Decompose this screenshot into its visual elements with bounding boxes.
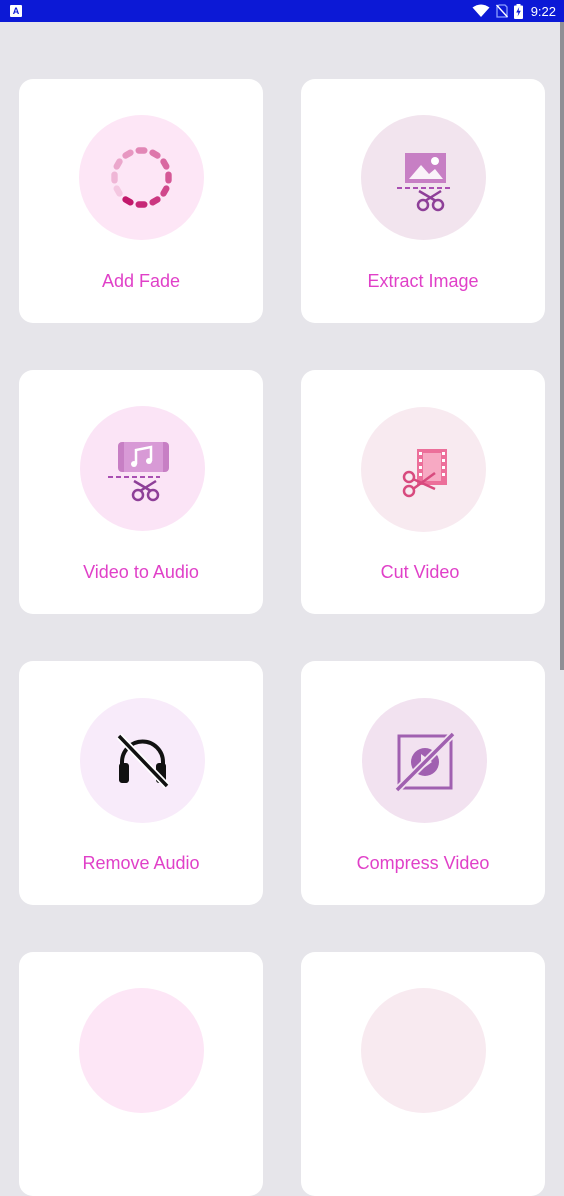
status-icons: 9:22	[472, 0, 556, 22]
tool-icon-circle	[362, 698, 487, 823]
tool-label: Add Fade	[101, 271, 181, 291]
tool-label: Video to Audio	[83, 562, 199, 582]
tool-icon-circle	[79, 988, 204, 1113]
tool-icon-circle	[80, 406, 205, 531]
tool-icon-circle	[361, 988, 486, 1113]
no-sim-icon	[495, 4, 508, 18]
tool-icon-circle	[80, 698, 205, 823]
tool-icon-circle	[361, 115, 486, 240]
tool-label: Cut Video	[380, 562, 460, 582]
tool-card-add-fade[interactable]: Add Fade	[19, 79, 263, 323]
image-scissors-icon	[397, 153, 451, 212]
wifi-icon	[472, 4, 490, 17]
music-scissors-icon	[108, 442, 169, 502]
compress-video-icon	[394, 731, 456, 793]
scrollbar[interactable]	[560, 22, 564, 670]
tool-card-remove-audio[interactable]: Remove Audio	[19, 661, 263, 905]
tool-card-extract-image[interactable]: Extract Image	[301, 79, 545, 323]
notification-a-icon: A	[10, 5, 22, 17]
film-scissors-icon	[402, 449, 447, 498]
status-time: 9:22	[530, 3, 556, 19]
tool-label: Remove Audio	[82, 853, 200, 873]
tool-card-partial[interactable]	[19, 952, 263, 1196]
tool-card-compress-video[interactable]: Compress Video	[301, 661, 545, 905]
loading-spinner-icon	[111, 147, 172, 208]
tool-card-partial[interactable]	[301, 952, 545, 1196]
headphones-off-icon	[116, 733, 170, 789]
tool-label: Compress Video	[356, 853, 490, 873]
tool-icon-circle	[361, 407, 486, 532]
tool-icon-circle	[79, 115, 204, 240]
tool-card-cut-video[interactable]: Cut Video	[301, 370, 545, 614]
tool-card-video-to-audio[interactable]: Video to Audio	[19, 370, 263, 614]
battery-charging-icon	[513, 3, 523, 19]
status-bar: A 9:22	[0, 0, 564, 22]
tool-label: Extract Image	[367, 271, 479, 291]
